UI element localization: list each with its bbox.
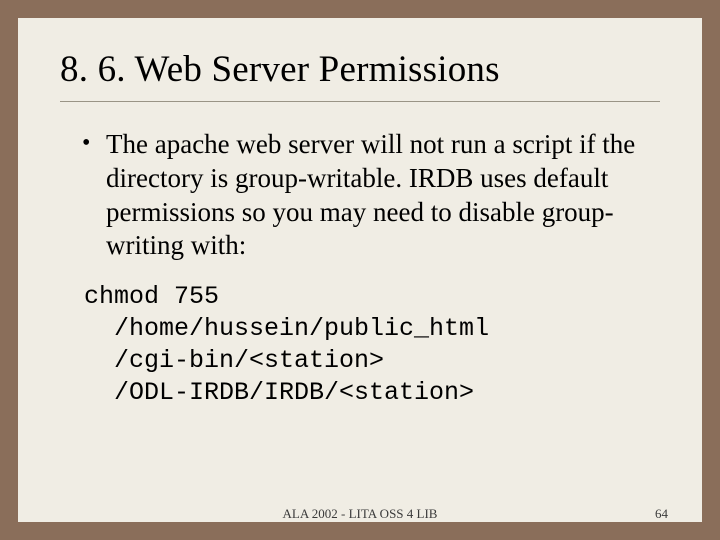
bullet-text: The apache web server will not run a scr…	[106, 129, 635, 260]
footer-page-number: 64	[655, 506, 668, 522]
slide: 8. 6. Web Server Permissions The apache …	[18, 18, 702, 522]
bullet-list: The apache web server will not run a scr…	[60, 128, 660, 263]
bullet-item: The apache web server will not run a scr…	[82, 128, 660, 263]
footer-center: ALA 2002 - LITA OSS 4 LIB	[283, 506, 438, 522]
slide-title: 8. 6. Web Server Permissions	[60, 48, 660, 91]
title-rule	[60, 101, 660, 102]
code-block: chmod 755 /home/hussein/public_html /cgi…	[60, 281, 660, 409]
